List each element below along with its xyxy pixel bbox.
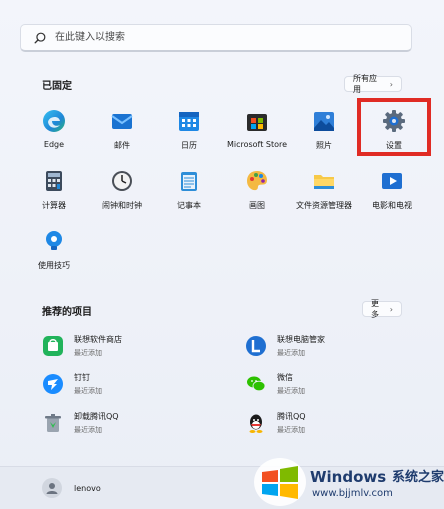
- clock-icon: [112, 171, 132, 191]
- qq-icon: [249, 414, 263, 433]
- pinned-app-paint[interactable]: 画图: [221, 164, 293, 220]
- pinned-app-file-explorer[interactable]: 文件资源管理器: [288, 164, 360, 220]
- start-menu: 已固定 所有应用 › Edge 邮件 日历 Micros: [0, 0, 444, 509]
- recommended-item-uninstall-qq[interactable]: 卸载腾讯QQ 最近添加: [42, 408, 222, 438]
- user-icon: [46, 483, 58, 494]
- pinned-title: 已固定: [42, 81, 72, 92]
- recommended-item-dingtalk[interactable]: 钉钉 最近添加: [42, 369, 222, 399]
- settings-highlight-box: [357, 98, 431, 156]
- user-account-button[interactable]: lenovo: [42, 478, 101, 498]
- lenovo-manager-icon: [246, 336, 266, 356]
- pinned-app-tips[interactable]: 使用技巧: [18, 224, 90, 280]
- calculator-icon: [46, 171, 62, 191]
- mail-icon: [111, 114, 133, 129]
- windows-logo-icon: [254, 458, 306, 506]
- lenovo-store-icon: [43, 336, 63, 356]
- store-icon: [247, 114, 267, 131]
- pinned-app-movies-tv[interactable]: 电影和电视: [356, 164, 428, 220]
- all-apps-button[interactable]: 所有应用 ›: [344, 74, 402, 94]
- chevron-right-icon: ›: [389, 79, 393, 89]
- recommended-item-qq[interactable]: 腾讯QQ 最近添加: [245, 408, 425, 438]
- pinned-app-photos[interactable]: 照片: [288, 104, 360, 160]
- search-icon: [34, 32, 46, 44]
- search-input[interactable]: [53, 31, 357, 44]
- recommended-title: 推荐的项目: [42, 307, 92, 318]
- pinned-app-microsoft-store[interactable]: Microsoft Store: [221, 104, 293, 160]
- more-button[interactable]: 更多 ›: [362, 299, 402, 319]
- recommended-item-lenovo-manager[interactable]: 联想电脑管家 最近添加: [245, 331, 425, 361]
- pinned-app-clock[interactable]: 闹钟和时钟: [86, 164, 158, 220]
- wechat-icon: [247, 376, 266, 392]
- uninstall-icon: [45, 414, 61, 432]
- avatar: [42, 478, 62, 498]
- pinned-app-edge[interactable]: Edge: [18, 104, 90, 160]
- chevron-right-icon: ›: [389, 304, 393, 314]
- recommended-item-lenovo-store[interactable]: 联想软件商店 最近添加: [42, 331, 222, 361]
- pinned-app-calculator[interactable]: 计算器: [18, 164, 90, 220]
- notepad-icon: [181, 172, 197, 191]
- pinned-app-mail[interactable]: 邮件: [86, 104, 158, 160]
- folder-icon: [314, 175, 334, 189]
- search-box[interactable]: [20, 24, 412, 52]
- pinned-app-notepad[interactable]: 记事本: [153, 164, 225, 220]
- pinned-app-calendar[interactable]: 日历: [153, 104, 225, 160]
- paint-icon: [247, 171, 267, 191]
- recommended-item-wechat[interactable]: 微信 最近添加: [245, 369, 425, 399]
- movies-icon: [382, 173, 402, 189]
- tips-icon: [46, 231, 62, 250]
- photos-icon: [314, 112, 334, 131]
- dingtalk-icon: [43, 374, 63, 394]
- calendar-icon: [179, 112, 199, 131]
- edge-icon: [43, 110, 65, 132]
- watermark: Windows 系统之家 www.bjjmlv.com: [250, 452, 444, 508]
